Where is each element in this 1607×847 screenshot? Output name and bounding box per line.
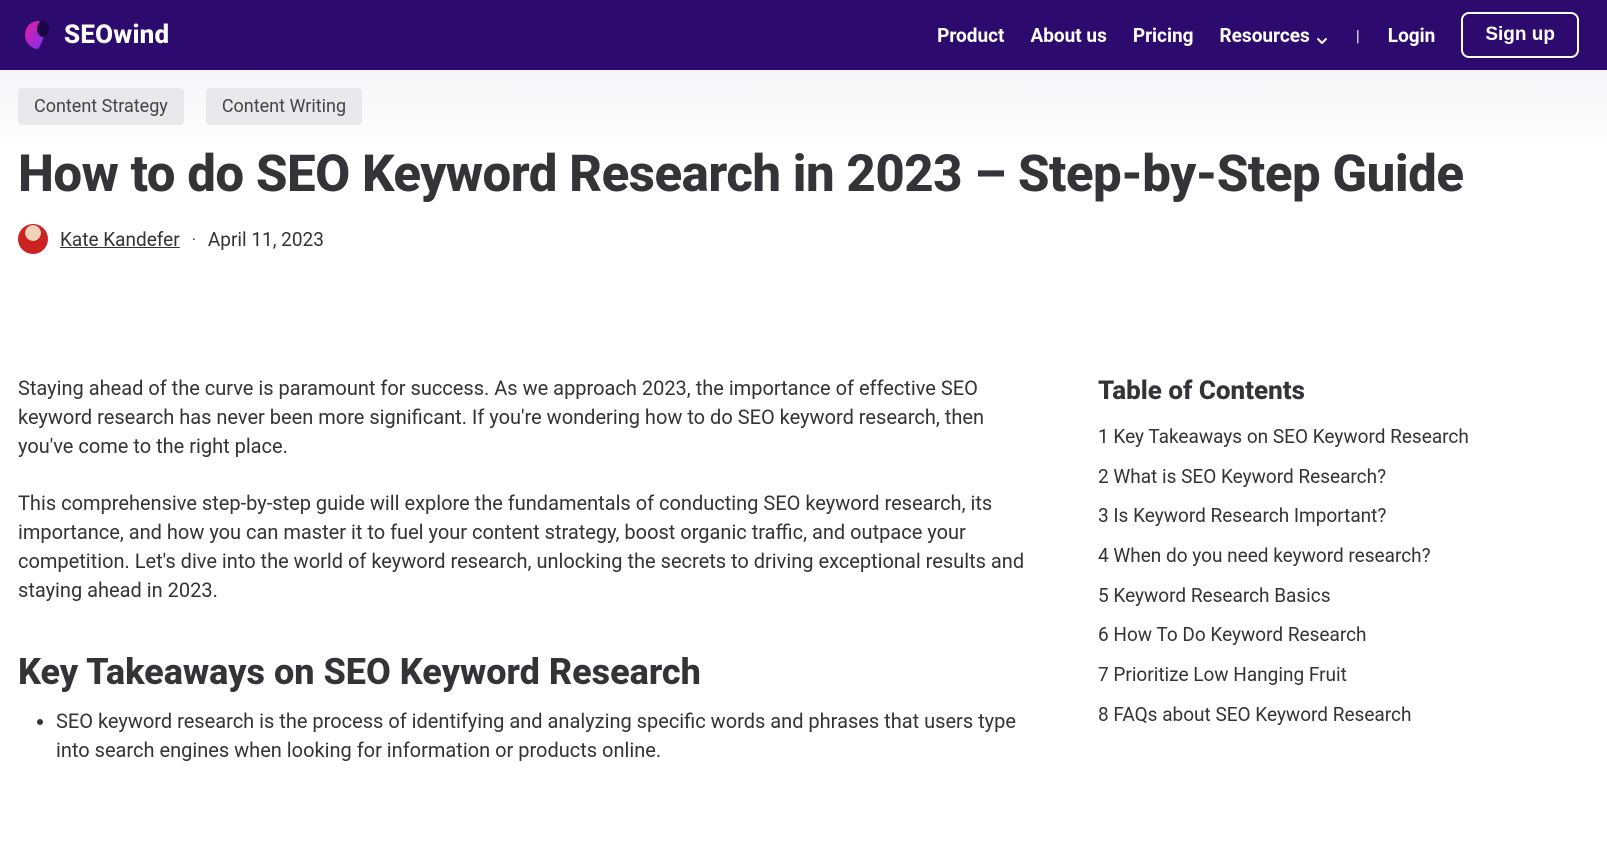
nav-about[interactable]: About us [1030, 24, 1106, 47]
logo-icon [22, 19, 54, 51]
byline: Kate Kandefer · April 11, 2023 [18, 224, 1589, 254]
nav-pricing[interactable]: Pricing [1133, 24, 1194, 47]
intro-paragraph-2: This comprehensive step-by-step guide wi… [18, 489, 1028, 605]
logo-text: SEOwind [64, 20, 169, 50]
byline-separator: · [192, 230, 196, 249]
toc-item-8[interactable]: 8 FAQs about SEO Keyword Research [1098, 702, 1538, 728]
toc-title: Table of Contents [1098, 376, 1538, 406]
author-avatar[interactable] [18, 224, 48, 254]
list-item: SEO keyword research is the process of i… [56, 707, 1028, 765]
nav-resources[interactable]: Resources [1220, 24, 1328, 47]
publish-date: April 11, 2023 [208, 228, 324, 251]
site-header: SEOwind Product About us Pricing Resourc… [0, 0, 1607, 70]
content-columns: Staying ahead of the curve is paramount … [18, 374, 1589, 765]
signup-button[interactable]: Sign up [1461, 12, 1579, 58]
toc-item-2[interactable]: 2 What is SEO Keyword Research? [1098, 464, 1538, 490]
main-content: Content Strategy Content Writing How to … [0, 70, 1607, 765]
table-of-contents: Table of Contents 1 Key Takeaways on SEO… [1098, 374, 1538, 741]
nav-login[interactable]: Login [1388, 24, 1436, 47]
toc-item-3[interactable]: 3 Is Keyword Research Important? [1098, 503, 1538, 529]
tag-content-strategy[interactable]: Content Strategy [18, 88, 184, 125]
nav-resources-label: Resources [1220, 24, 1310, 47]
toc-item-4[interactable]: 4 When do you need keyword research? [1098, 543, 1538, 569]
main-nav: Product About us Pricing Resources | Log… [937, 12, 1579, 58]
intro-paragraph-1: Staying ahead of the curve is paramount … [18, 374, 1028, 461]
toc-item-1[interactable]: 1 Key Takeaways on SEO Keyword Research [1098, 424, 1538, 450]
article-body: Staying ahead of the curve is paramount … [18, 374, 1028, 765]
nav-product[interactable]: Product [937, 24, 1004, 47]
chevron-down-icon [1316, 29, 1328, 41]
nav-separator: | [1354, 26, 1362, 45]
toc-item-5[interactable]: 5 Keyword Research Basics [1098, 583, 1538, 609]
author-link[interactable]: Kate Kandefer [60, 228, 180, 251]
logo[interactable]: SEOwind [22, 19, 169, 51]
section-heading-key-takeaways: Key Takeaways on SEO Keyword Research [18, 651, 1028, 693]
category-tags: Content Strategy Content Writing [18, 88, 1589, 125]
key-takeaways-list: SEO keyword research is the process of i… [18, 707, 1028, 765]
toc-item-7[interactable]: 7 Prioritize Low Hanging Fruit [1098, 662, 1538, 688]
page-title: How to do SEO Keyword Research in 2023 –… [18, 147, 1589, 202]
toc-item-6[interactable]: 6 How To Do Keyword Research [1098, 622, 1538, 648]
tag-content-writing[interactable]: Content Writing [206, 88, 362, 125]
